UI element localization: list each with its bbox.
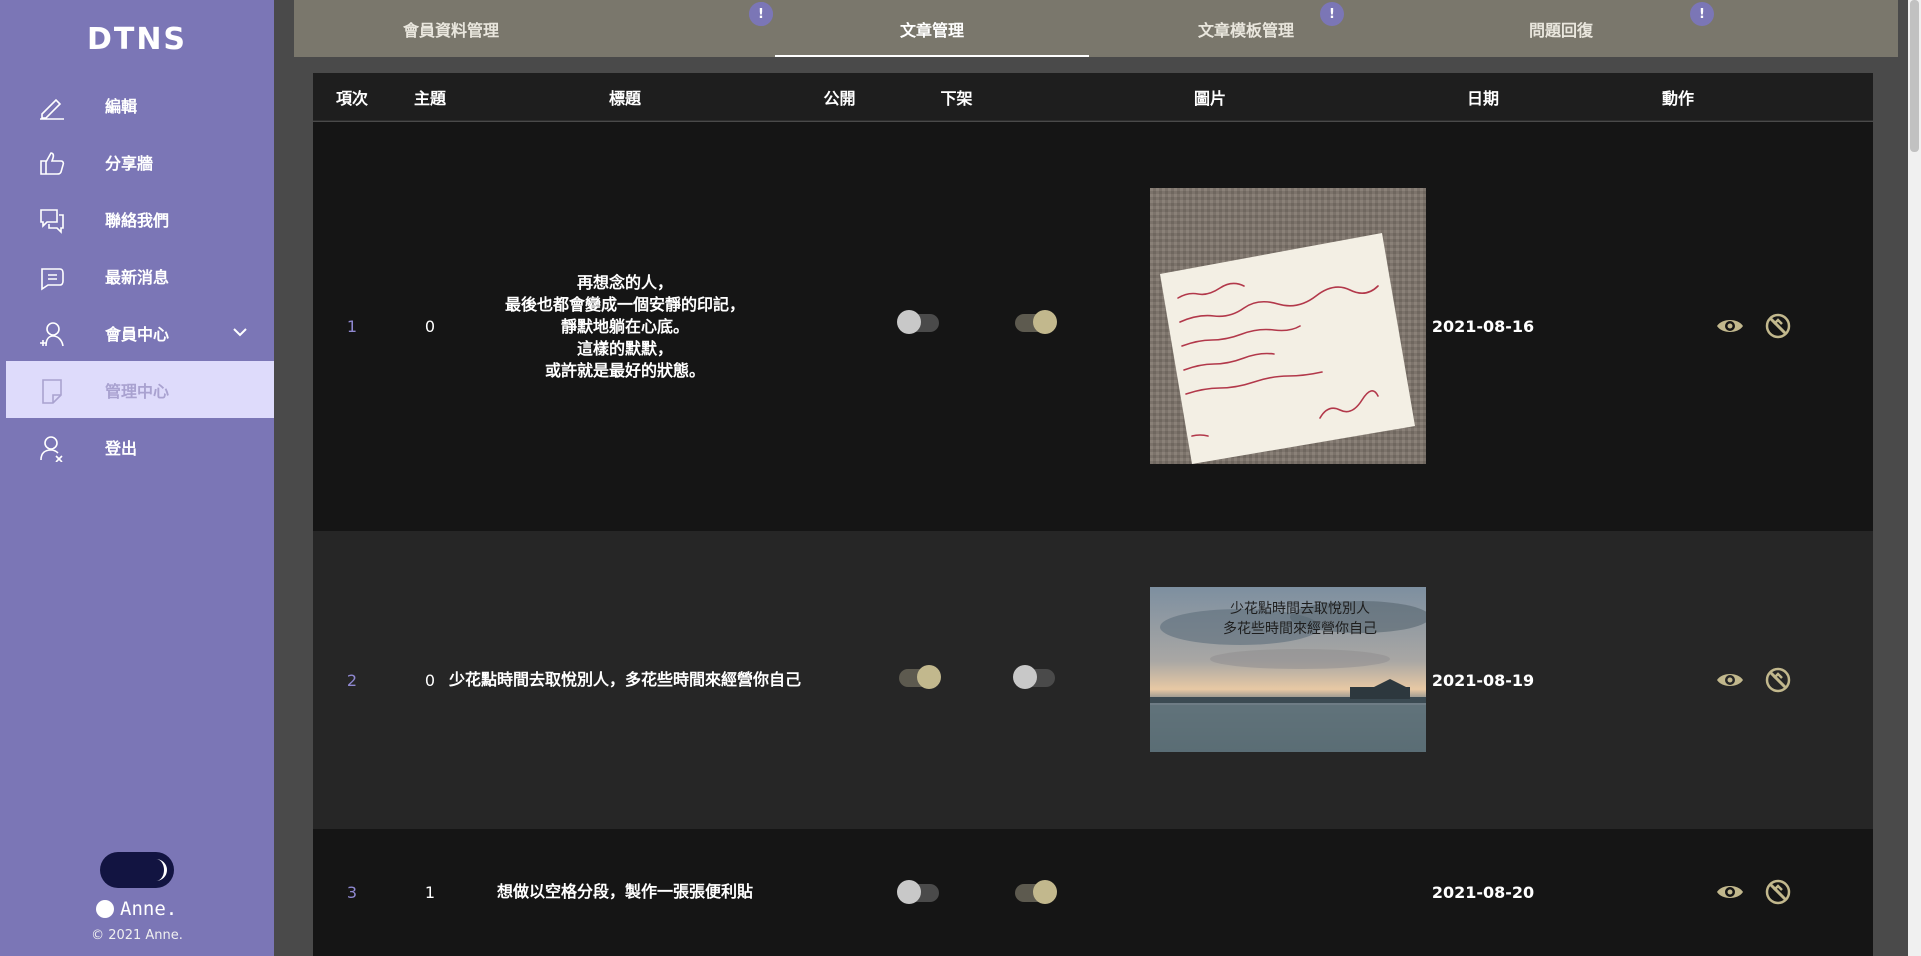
sidebar-item-share[interactable]: 分享牆 <box>6 133 274 190</box>
header-title: 標題 <box>608 89 641 108</box>
user-name: Anne. <box>120 898 178 920</box>
header-index: 項次 <box>335 89 368 108</box>
tab-label: 問題回復 <box>1528 20 1593 40</box>
image-caption-line: 多花些時間來經營你自己 <box>1223 620 1377 637</box>
toggle-knob <box>917 665 941 689</box>
row-date: 2021-08-16 <box>1431 317 1535 336</box>
title-line: 或許就是最好的狀態。 <box>544 360 705 380</box>
row-date: 2021-08-20 <box>1431 882 1535 902</box>
title-line: 靜默地躺在心底。 <box>560 316 689 336</box>
tab-template[interactable]: 文章模板管理 <box>1089 0 1403 57</box>
table-row: 2 0 少花點時間去取悅別人，多花些時間來經營你自己 少花點時間去取悅別人 多花… <box>313 531 1873 829</box>
toggle-knob <box>897 310 921 334</box>
title-line: 這樣的默默， <box>576 338 673 358</box>
row-title: 少花點時間去取悅別人，多花些時間來經營你自己 <box>449 531 801 829</box>
tab-article[interactable]: 文章管理 <box>775 0 1089 57</box>
user-credit: Anne. <box>96 898 177 920</box>
lake-sunset-image[interactable]: 少花點時間去取悅別人 多花些時間來經營你自己 <box>1150 587 1426 752</box>
tab-label: 文章管理 <box>899 20 964 40</box>
sidebar-item-label: 會員中心 <box>105 324 170 344</box>
view-icon[interactable] <box>1716 878 1744 906</box>
app-logo[interactable]: DTNS <box>0 22 274 57</box>
notification-badge: ! <box>1690 2 1714 26</box>
copyright-text: © 2021 Anne. <box>91 928 183 943</box>
row-title: 想做以空格分段，製作一張張便利貼 <box>469 829 781 955</box>
sidebar-item-label: 最新消息 <box>105 267 170 287</box>
title-line: 少花點時間去取悅別人，多花些時間來經營你自己 <box>449 670 802 689</box>
public-toggle[interactable] <box>897 880 939 904</box>
row-index[interactable]: 1 <box>313 122 391 531</box>
github-icon[interactable] <box>96 900 114 918</box>
sidebar-item-label: 分享牆 <box>105 153 154 173</box>
title-line: 最後也都會變成一個安靜的印記， <box>504 294 745 314</box>
row-index[interactable]: 2 <box>313 531 391 829</box>
header-image: 圖片 <box>1193 89 1226 108</box>
offline-toggle[interactable] <box>1015 880 1057 904</box>
header-offline: 下架 <box>940 89 973 108</box>
sidebar-item-label: 管理中心 <box>105 381 170 401</box>
row-date: 2021-08-19 <box>1431 670 1535 690</box>
sidebar-item-logout[interactable]: 登出 <box>6 418 274 475</box>
offline-toggle[interactable] <box>1013 665 1055 689</box>
tab-bar: 會員資料管理 ! 文章管理 ! 文章模板管理 問題回復 ! <box>294 0 1898 57</box>
row-topic: 1 <box>424 882 436 902</box>
toggle-knob <box>1013 665 1037 689</box>
thumbs-up-icon <box>40 152 65 175</box>
view-icon[interactable] <box>1716 312 1744 340</box>
header-action: 動作 <box>1661 89 1694 108</box>
toggle-knob <box>1033 310 1057 334</box>
sidebar-item-news[interactable]: 最新消息 <box>6 247 274 304</box>
chat-bubbles-icon <box>40 209 64 234</box>
tab-label: 文章模板管理 <box>1197 20 1294 40</box>
public-toggle[interactable] <box>897 310 939 334</box>
unpublish-icon[interactable] <box>1764 666 1792 694</box>
tab-label: 會員資料管理 <box>402 20 499 40</box>
sidebar-item-contact[interactable]: 聯絡我們 <box>6 190 274 247</box>
image-caption-line: 少花點時間去取悅別人 <box>1230 601 1370 617</box>
unpublish-icon[interactable] <box>1764 312 1792 340</box>
user-logout-icon <box>40 436 63 462</box>
chevron-down-icon[interactable] <box>232 326 248 338</box>
title-line: 想做以空格分段，製作一張張便利貼 <box>496 882 753 901</box>
theme-toggle[interactable] <box>100 852 174 888</box>
table-header: 項次 主題 標題 公開 下架 圖片 日期 動作 <box>313 73 1873 121</box>
sidebar-item-label: 編輯 <box>105 96 138 116</box>
tab-questions[interactable]: 問題回復 <box>1404 0 1718 57</box>
moon-icon <box>156 859 167 881</box>
sidebar-item-admin[interactable]: 管理中心 <box>6 361 274 418</box>
pen-icon <box>40 98 64 120</box>
view-icon[interactable] <box>1716 666 1744 694</box>
header-date: 日期 <box>1466 89 1499 108</box>
tab-member-data[interactable]: 會員資料管理 ! <box>294 0 773 57</box>
row-title: 再想念的人， 最後也都會變成一個安靜的印記， 靜默地躺在心底。 這樣的默默， 或… <box>469 122 781 531</box>
table-row: 3 1 想做以空格分段，製作一張張便利貼 2021-08-20 <box>313 829 1873 956</box>
toggle-knob <box>1033 880 1057 904</box>
public-toggle[interactable] <box>899 665 941 689</box>
handwritten-note-image[interactable] <box>1150 188 1426 464</box>
scrollbar-thumb[interactable] <box>1910 0 1919 152</box>
message-lines-icon <box>41 268 64 291</box>
row-index[interactable]: 3 <box>313 829 391 955</box>
sidebar-item-edit[interactable]: 編輯 <box>6 76 274 133</box>
sidebar: DTNS 編輯 分享牆 聯絡我們 最新消息 會員中心 管理中心 登出 Anne.… <box>0 0 274 956</box>
note-icon <box>42 379 62 404</box>
header-topic: 主題 <box>413 89 446 108</box>
sidebar-nav: 編輯 分享牆 聯絡我們 最新消息 會員中心 管理中心 登出 <box>6 76 274 475</box>
sidebar-item-label: 登出 <box>105 438 138 458</box>
title-line: 再想念的人， <box>576 272 673 292</box>
table-row: 1 0 再想念的人， 最後也都會變成一個安靜的印記， 靜默地躺在心底。 這樣的默… <box>313 122 1873 531</box>
toggle-knob <box>897 880 921 904</box>
article-table: 項次 主題 標題 公開 下架 圖片 日期 動作 1 0 再想念的人， 最後也都會… <box>313 73 1873 956</box>
header-public: 公開 <box>823 89 856 108</box>
notification-badge: ! <box>749 2 773 26</box>
sidebar-item-label: 聯絡我們 <box>105 210 170 230</box>
sidebar-item-member[interactable]: 會員中心 <box>6 304 274 361</box>
row-topic: 0 <box>424 317 436 336</box>
user-add-icon <box>40 322 64 347</box>
unpublish-icon[interactable] <box>1764 878 1792 906</box>
offline-toggle[interactable] <box>1015 310 1057 334</box>
